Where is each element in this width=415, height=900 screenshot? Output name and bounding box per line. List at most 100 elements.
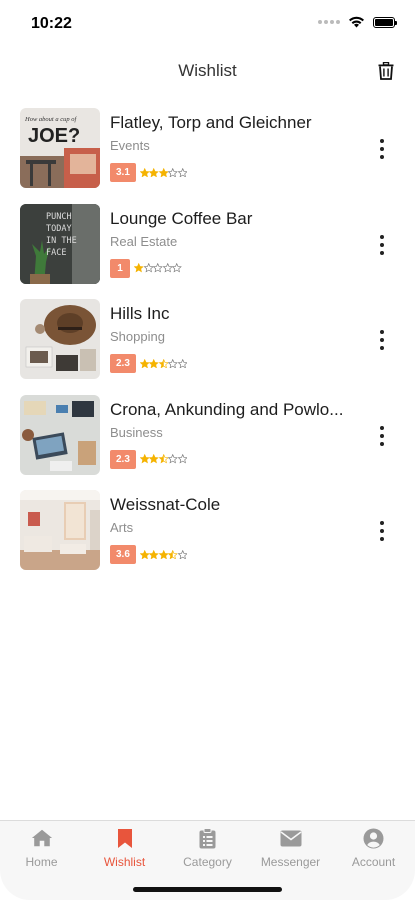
star-filled-icon [134,263,144,273]
list-item[interactable]: Weissnat-Cole Arts 3.6 [0,489,415,585]
delete-button[interactable] [375,60,397,82]
rating-badge: 3.6 [110,545,136,564]
item-category: Shopping [110,329,165,344]
item-thumbnail [20,299,100,379]
item-thumbnail [20,394,100,475]
star-empty-icon [168,167,178,178]
rating-row: 3.1 [110,163,188,182]
item-title: Flatley, Torp and Gleichner [110,113,312,132]
item-thumbnail: How about a cup of JOE? [20,108,100,188]
bookmark-icon [114,827,136,849]
rating-badge: 1 [110,258,130,278]
more-options-button[interactable] [374,330,390,350]
item-category: Events [110,138,150,153]
list-item[interactable]: How about a cup of JOE? Flatley, Torp an… [0,107,415,203]
star-filled-icon [149,454,159,464]
star-filled-icon [149,167,159,178]
tab-label: Category [183,855,232,869]
rating-row: 1 [110,258,182,278]
battery-icon [373,16,397,28]
rating-row: 2.3 [110,354,188,373]
more-vertical-icon [380,521,384,525]
rating-badge: 3.1 [110,163,136,182]
more-options-button[interactable] [374,425,390,446]
star-empty-icon [143,263,153,273]
signal-icon [318,20,340,24]
more-options-button[interactable] [374,521,390,541]
star-filled-icon [139,549,150,560]
svg-text:IN THE: IN THE [46,236,77,246]
more-vertical-icon [380,234,384,239]
tab-messenger[interactable]: Messenger [249,821,332,881]
more-options-button[interactable] [374,234,390,255]
star-rating [139,454,188,464]
tab-label: Account [351,855,396,869]
item-title: Weissnat-Cole [110,495,221,514]
item-title: Crona, Ankunding and Powlo... [110,399,344,419]
star-empty-icon [168,454,178,464]
wishlist-list: How about a cup of JOE? Flatley, Torp an… [0,107,415,585]
rating-badge: 2.3 [110,354,136,373]
rating-badge: 2.3 [110,449,136,469]
star-rating [139,549,188,560]
tab-label: Messenger [260,855,321,869]
header: Wishlist [0,48,415,94]
status-icons [318,16,397,28]
tab-label: Wishlist [103,855,146,869]
star-empty-icon [162,263,172,273]
home-indicator [133,887,282,892]
star-empty-icon [177,454,188,464]
item-category: Real Estate [110,233,178,249]
rating-row: 2.3 [110,449,188,469]
status-bar: 10:22 [0,0,415,48]
star-half-icon [158,454,169,464]
status-time: 10:22 [31,15,72,32]
tab-wishlist[interactable]: Wishlist [83,821,166,881]
envelope-icon [280,827,302,849]
tab-account[interactable]: Account [332,821,415,881]
list-item[interactable]: Crona, Ankunding and Powlo... Business 2… [0,394,415,490]
star-empty-icon [172,263,182,273]
home-icon [31,827,53,849]
star-rating [139,167,188,178]
list-item[interactable]: PUNCH TODAY IN THE FACE Lounge Coffee Ba… [0,203,415,299]
svg-text:TODAY: TODAY [46,224,72,234]
page-title: Wishlist [178,61,237,80]
svg-text:PUNCH: PUNCH [46,212,72,222]
star-filled-icon [158,549,169,560]
item-category: Arts [110,520,134,535]
star-filled-icon [139,167,150,178]
star-empty-icon [177,358,188,369]
item-title: Lounge Coffee Bar [110,208,253,228]
more-options-button[interactable] [374,139,390,159]
tab-home[interactable]: Home [0,821,83,881]
tab-category[interactable]: Category [166,821,249,881]
item-title: Hills Inc [110,304,170,323]
wifi-icon [349,16,364,28]
star-filled-icon [139,358,150,369]
rating-row: 3.6 [110,545,188,564]
star-empty-icon [177,549,188,560]
tab-label: Home [25,855,58,869]
star-filled-icon [158,167,169,178]
user-circle-icon [363,827,385,849]
item-category: Business [110,424,163,440]
star-half-icon [158,358,169,369]
svg-text:How about a cup of: How about a cup of [24,116,77,123]
star-filled-icon [149,358,159,369]
star-filled-icon [139,454,150,464]
trash-icon [378,62,394,80]
list-item[interactable]: Hills Inc Shopping 2.3 [0,298,415,394]
more-vertical-icon [380,330,384,334]
item-thumbnail: PUNCH TODAY IN THE FACE [20,203,100,284]
more-vertical-icon [380,425,384,430]
star-rating [139,358,188,369]
more-vertical-icon [380,139,384,143]
star-filled-icon [149,549,159,560]
item-thumbnail [20,490,100,570]
svg-text:JOE?: JOE? [28,125,80,147]
svg-text:FACE: FACE [46,248,66,258]
star-empty-icon [177,167,188,178]
star-rating [134,263,182,273]
clipboard-list-icon [197,827,219,849]
